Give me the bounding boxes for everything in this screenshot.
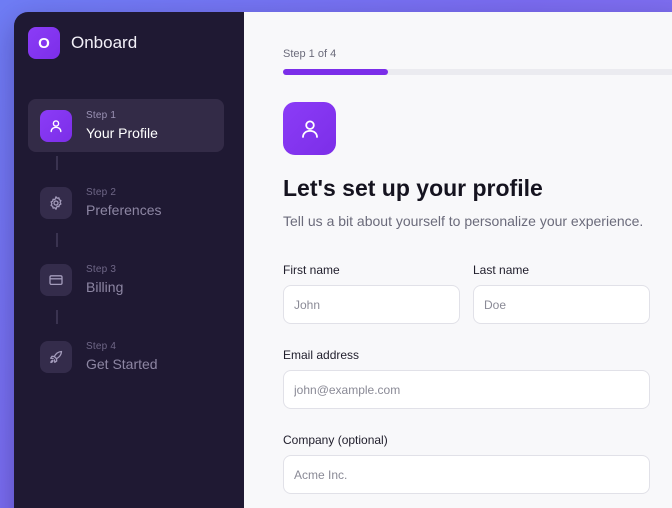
brand: O Onboard <box>28 27 137 59</box>
credit-card-icon <box>40 263 72 296</box>
rocket-icon <box>40 340 72 373</box>
last-name-label: Last name <box>473 263 530 277</box>
main-panel: Step 1 of 4 Let's set up your profile Te… <box>244 12 672 508</box>
progress-fill <box>283 69 388 75</box>
step-number: Step 3 <box>86 264 117 275</box>
progress-label: Step 1 of 4 <box>283 48 337 60</box>
email-input[interactable] <box>283 370 650 409</box>
brand-logo: O <box>28 27 60 59</box>
sidebar-step-preferences[interactable]: Step 2 Preferences <box>28 176 224 229</box>
page-subtitle: Tell us a bit about yourself to personal… <box>283 213 644 229</box>
brand-name: Onboard <box>71 33 138 52</box>
step-connector <box>56 233 58 247</box>
step-title: Preferences <box>86 202 162 218</box>
step-title: Get Started <box>86 356 158 372</box>
company-label: Company (optional) <box>283 433 388 447</box>
sidebar: O Onboard Step 1 Your Profile Step 2 Pre… <box>14 12 244 508</box>
step-title: Billing <box>86 279 124 295</box>
step-number: Step 4 <box>86 341 117 352</box>
step-title: Your Profile <box>86 125 158 141</box>
step-connector <box>56 156 58 170</box>
progress-bar <box>283 69 672 75</box>
gear-icon <box>40 186 72 219</box>
step-connector <box>56 310 58 324</box>
first-name-label: First name <box>283 263 340 277</box>
email-label: Email address <box>283 348 360 362</box>
user-icon <box>40 109 72 142</box>
user-icon <box>283 102 336 155</box>
app-window: O Onboard Step 1 Your Profile Step 2 Pre… <box>14 12 672 508</box>
page-title: Let's set up your profile <box>283 175 543 201</box>
sidebar-step-your-profile[interactable]: Step 1 Your Profile <box>28 99 224 152</box>
first-name-input[interactable] <box>283 285 460 324</box>
sidebar-step-billing[interactable]: Step 3 Billing <box>28 253 224 306</box>
sidebar-step-get-started[interactable]: Step 4 Get Started <box>28 330 224 383</box>
step-number: Step 2 <box>86 187 117 198</box>
company-input[interactable] <box>283 455 650 494</box>
last-name-input[interactable] <box>473 285 650 324</box>
step-number: Step 1 <box>86 110 117 121</box>
